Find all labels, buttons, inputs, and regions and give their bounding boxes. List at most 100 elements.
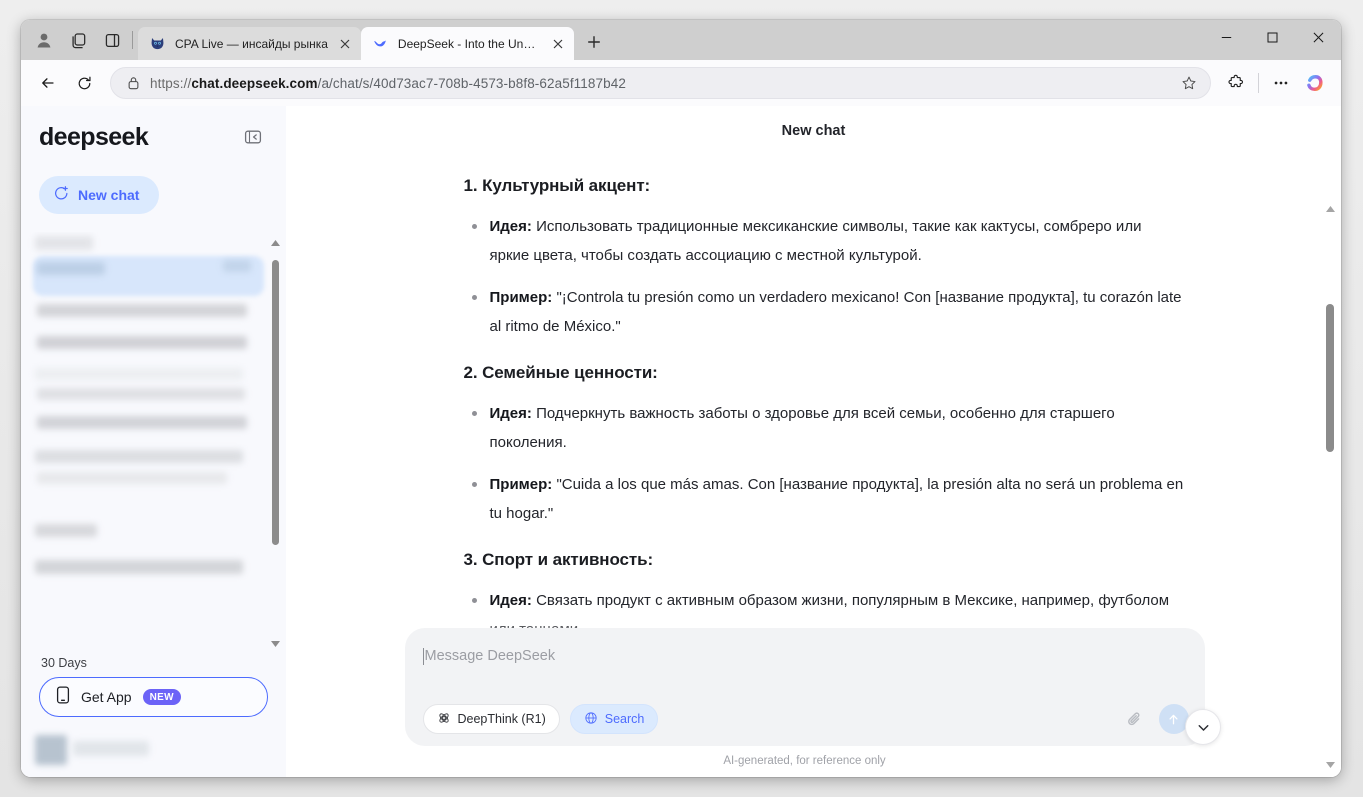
- star-icon[interactable]: [1176, 70, 1202, 96]
- list-item[interactable]: [223, 260, 251, 272]
- brand-name: deepseek: [39, 122, 149, 151]
- list-item[interactable]: [35, 560, 243, 574]
- reload-icon[interactable]: [67, 66, 101, 100]
- maximize-icon[interactable]: [1249, 20, 1295, 54]
- section-points: Идея: Подчеркнуть важность заботы о здор…: [444, 399, 1184, 528]
- text-caret: [422, 647, 424, 665]
- extensions-puzzle-icon[interactable]: [1220, 67, 1252, 99]
- send-button[interactable]: [1158, 704, 1189, 734]
- address-bar[interactable]: https://chat.deepseek.com/a/chat/s/40d73…: [110, 67, 1211, 99]
- scroll-down-icon[interactable]: [270, 638, 280, 648]
- lock-icon: [123, 76, 143, 90]
- sidebar-scrollbar[interactable]: [269, 238, 281, 648]
- list-item: Идея: Использовать традиционные мексикан…: [444, 212, 1184, 270]
- disclaimer-text: AI-generated, for reference only: [723, 755, 886, 767]
- scroll-up-icon[interactable]: [270, 238, 280, 248]
- user-profile-row[interactable]: [21, 725, 286, 777]
- browser-tab[interactable]: CPA Live — инсайды рынка: [138, 27, 361, 60]
- search-label: Search: [604, 712, 645, 726]
- page-title: New chat: [781, 123, 846, 139]
- tab-title: CPA Live — инсайды рынка: [175, 36, 328, 51]
- chat-main: New chat 1. Культурный акцент: Идея: Исп…: [286, 106, 1341, 777]
- deepseek-whale-favicon: [372, 35, 389, 52]
- list-item[interactable]: [35, 368, 243, 380]
- list-item: Пример: "¡Controla tu presión como un ve…: [444, 283, 1184, 341]
- url-path: /a/chat/s/40d73ac7-708b-4573-b8f8-62a5f1…: [317, 75, 626, 91]
- scroll-up-icon[interactable]: [1325, 204, 1335, 214]
- copilot-icon[interactable]: [1299, 67, 1331, 99]
- url-scheme: https://: [150, 75, 192, 91]
- sidebar-header: deepseek: [21, 106, 286, 168]
- minimize-icon[interactable]: [1203, 20, 1249, 54]
- toolbar-right-icons: [1220, 67, 1331, 99]
- main-scrollbar[interactable]: [1323, 204, 1337, 769]
- input-placeholder: Message DeepSeek: [424, 648, 556, 664]
- split-screen-icon[interactable]: [95, 24, 129, 56]
- user-name: [73, 741, 149, 756]
- tab-strip: CPA Live — инсайды рынка DeepSeek - Into…: [21, 20, 1341, 60]
- deepthink-toggle[interactable]: DeepThink (R1): [422, 704, 560, 734]
- globe-icon: [584, 711, 598, 728]
- composer-area: Message DeepSeek DeepThink (R1) Search A…: [286, 618, 1323, 777]
- new-chat-label: New chat: [78, 187, 140, 203]
- deepseek-app: deepseek New chat 30 Days Get App NEW Ne…: [21, 106, 1341, 777]
- search-toggle[interactable]: Search: [569, 704, 659, 734]
- chat-history-list[interactable]: [21, 232, 286, 656]
- chat-header: New chat: [286, 106, 1341, 156]
- list-item[interactable]: [35, 450, 243, 463]
- section-heading: 2. Семейные ценности:: [463, 363, 658, 382]
- point-text: "¡Controla tu presión como un verdadero …: [489, 289, 1182, 335]
- new-badge: NEW: [142, 689, 181, 705]
- point-text: Использовать традиционные мексиканские с…: [489, 218, 1142, 264]
- list-item[interactable]: [37, 388, 245, 400]
- paperclip-icon[interactable]: [1121, 705, 1149, 733]
- message-input[interactable]: Message DeepSeek: [422, 644, 1189, 668]
- back-arrow-icon[interactable]: [31, 66, 65, 100]
- close-icon[interactable]: [549, 34, 568, 53]
- sidebar: deepseek New chat 30 Days Get App NEW: [21, 106, 286, 777]
- scrollbar-thumb[interactable]: [1326, 304, 1334, 452]
- browser-tab[interactable]: DeepSeek - Into the Unknown: [360, 27, 574, 60]
- list-item[interactable]: [37, 336, 247, 349]
- new-chat-button[interactable]: New chat: [39, 176, 159, 214]
- list-item: Пример: "Cuida a los que más amas. Con […: [444, 470, 1184, 528]
- toolbar-divider: [132, 31, 133, 49]
- list-item[interactable]: [37, 304, 247, 317]
- scroll-to-bottom-button[interactable]: [1185, 709, 1221, 745]
- get-app-button[interactable]: Get App NEW: [39, 677, 268, 717]
- list-item: Идея: Подчеркнуть важность заботы о здор…: [444, 399, 1184, 457]
- point-label: Идея:: [489, 405, 532, 422]
- scrollbar-thumb[interactable]: [272, 260, 279, 545]
- point-label: Пример:: [489, 289, 553, 306]
- new-chat-icon: [53, 185, 70, 205]
- more-ellipsis-icon[interactable]: [1265, 67, 1297, 99]
- message-scroll-area[interactable]: 1. Культурный акцент: Идея: Использовать…: [286, 156, 1341, 777]
- composer-actions: [1121, 704, 1189, 734]
- list-item[interactable]: [35, 524, 97, 537]
- section-heading: 1. Культурный акцент:: [463, 176, 651, 195]
- section-heading: 3. Спорт и активность:: [463, 550, 654, 569]
- point-label: Идея:: [489, 218, 532, 235]
- list-item[interactable]: [37, 416, 247, 429]
- collections-icon[interactable]: [61, 24, 95, 56]
- list-item[interactable]: [37, 472, 227, 484]
- mobile-phone-icon: [56, 685, 70, 709]
- point-label: Пример:: [489, 476, 553, 493]
- collapse-sidebar-icon[interactable]: [240, 124, 266, 150]
- assistant-message: 1. Культурный акцент: Идея: Использовать…: [294, 156, 1334, 644]
- message-composer[interactable]: Message DeepSeek DeepThink (R1) Search: [404, 628, 1205, 746]
- avatar[interactable]: [35, 735, 67, 765]
- profile-icon[interactable]: [27, 24, 61, 56]
- history-section-label: 30 Days: [41, 656, 87, 670]
- new-tab-icon[interactable]: [580, 28, 608, 56]
- scroll-down-icon[interactable]: [1325, 759, 1335, 769]
- close-icon[interactable]: [1295, 20, 1341, 54]
- atom-icon: [437, 711, 451, 728]
- list-item[interactable]: [35, 236, 93, 250]
- close-icon[interactable]: [336, 34, 355, 53]
- get-app-label: Get App: [81, 689, 132, 705]
- deepthink-label: DeepThink (R1): [457, 712, 546, 726]
- deepseek-logo: deepseek: [39, 122, 149, 152]
- url-text: https://chat.deepseek.com/a/chat/s/40d73…: [150, 76, 1176, 91]
- list-item[interactable]: [37, 262, 105, 275]
